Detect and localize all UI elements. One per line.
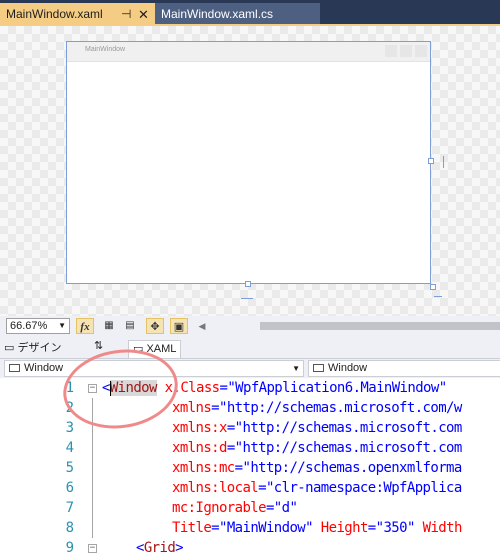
attr-value: "350": [375, 520, 416, 536]
attr-value: "http://schemas.microsoft.com: [234, 440, 463, 456]
zoom-dropdown[interactable]: 66.67% ▼: [6, 318, 70, 334]
line-number: 9: [65, 540, 74, 556]
zoom-value: 66.67%: [10, 320, 48, 332]
margin-guide-right: [443, 156, 444, 168]
code-line-7: mc:Ignorable="d": [172, 500, 298, 516]
tab-design-label: デザイン: [17, 342, 62, 354]
attr-value: "WpfApplication6.MainWindow": [227, 380, 447, 396]
wpf-window-titlebar: MainWindow: [67, 42, 430, 62]
margin-guide-bottom: [241, 298, 253, 299]
tab-label: MainWindow.xaml: [6, 7, 103, 21]
snap-grid-icon[interactable]: ▤: [121, 318, 139, 334]
chevron-down-icon: ▼: [292, 364, 300, 373]
wpf-window-preview[interactable]: MainWindow: [66, 41, 431, 284]
document-tab-strip: MainWindow.xaml ⊣ ✕ MainWindow.xaml.cs: [0, 0, 500, 26]
close-icon[interactable]: ✕: [138, 3, 149, 26]
element-dropdown-value: Window: [24, 362, 64, 374]
resize-handle-bottom[interactable]: [245, 281, 251, 287]
attr-name: xmlns: [172, 400, 212, 416]
tag-name: Grid: [143, 540, 176, 556]
design-icon: ▭: [4, 342, 15, 354]
margin-guide-corner: [434, 296, 442, 297]
snap-lines-icon[interactable]: ✥: [146, 318, 164, 334]
wpf-window-title: MainWindow: [85, 46, 126, 53]
line-number: 5: [65, 460, 74, 476]
design-surface[interactable]: MainWindow: [0, 26, 500, 316]
attr-value: "d": [273, 500, 298, 516]
tab-design[interactable]: ▭ デザイン: [4, 339, 61, 355]
line-number: 3: [65, 420, 74, 436]
attr-value: "MainWindow": [219, 520, 314, 536]
code-line-6: xmlns:local="clr-namespace:WpfApplica: [172, 480, 462, 496]
resize-handle-corner[interactable]: [430, 284, 436, 290]
code-line-4: xmlns:d="http://schemas.microsoft.com: [172, 440, 463, 456]
artboard-icon[interactable]: ▣: [170, 318, 188, 334]
designer-toolbar: 66.67% ▼ fx ▦ ▤ ✥ ▣ ◀: [0, 316, 500, 336]
window-icon: [313, 364, 324, 372]
code-line-5: xmlns:mc="http://schemas.openxmlforma: [172, 460, 462, 476]
attr-value: "http://schemas.microsoft.com: [234, 420, 463, 436]
grid-icon[interactable]: ▦: [100, 318, 118, 334]
effects-toggle-button[interactable]: fx: [76, 318, 94, 334]
attr-name: Width: [422, 520, 463, 536]
swap-panes-button[interactable]: ⇅: [94, 339, 103, 352]
minimize-icon: [385, 45, 397, 57]
attr-name: xmlns:x: [172, 420, 227, 436]
resize-handle-right[interactable]: [428, 158, 434, 164]
line-number: 8: [65, 520, 74, 536]
window-icon: [9, 364, 20, 372]
attr-value: "http://schemas.openxmlforma: [242, 460, 462, 476]
maximize-icon: [400, 45, 412, 57]
attr-value: "http://schemas.microsoft.com/w: [219, 400, 462, 416]
attr-name: Title: [172, 520, 212, 536]
line-number: 7: [65, 500, 74, 516]
attr-name: xmlns:d: [172, 440, 227, 456]
attr-value: "clr-namespace:WpfApplica: [265, 480, 462, 496]
tab-label: MainWindow.xaml.cs: [161, 7, 274, 21]
pin-icon[interactable]: ⊣: [121, 3, 131, 26]
attr-name: mc:Ignorable: [172, 500, 267, 516]
code-line-8: Title="MainWindow" Height="350" Width: [172, 520, 463, 536]
tab-mainwindow-xaml-cs[interactable]: MainWindow.xaml.cs: [155, 3, 320, 26]
tab-mainwindow-xaml[interactable]: MainWindow.xaml ⊣ ✕: [0, 3, 155, 26]
line-number: 6: [65, 480, 74, 496]
scroll-left-icon[interactable]: ◀: [193, 318, 211, 334]
attr-name: xmlns:local: [172, 480, 259, 496]
horizontal-scrollbar[interactable]: [260, 322, 500, 330]
code-line-3: xmlns:x="http://schemas.microsoft.com: [172, 420, 463, 436]
member-dropdown-value: Window: [328, 362, 368, 374]
collapse-icon[interactable]: −: [88, 544, 97, 553]
attr-name: xmlns:mc: [172, 460, 235, 476]
code-line-2: xmlns="http://schemas.microsoft.com/w: [172, 400, 462, 416]
line-number: 4: [65, 440, 74, 456]
chevron-down-icon: ▼: [58, 321, 66, 330]
member-dropdown[interactable]: Window: [308, 360, 500, 377]
code-line-9: <Grid>: [136, 540, 184, 556]
close-icon: [415, 45, 427, 57]
attr-name: Height: [320, 520, 369, 536]
split-view-bar: ▭ デザイン ⇅ ▭ XAML: [0, 336, 500, 358]
